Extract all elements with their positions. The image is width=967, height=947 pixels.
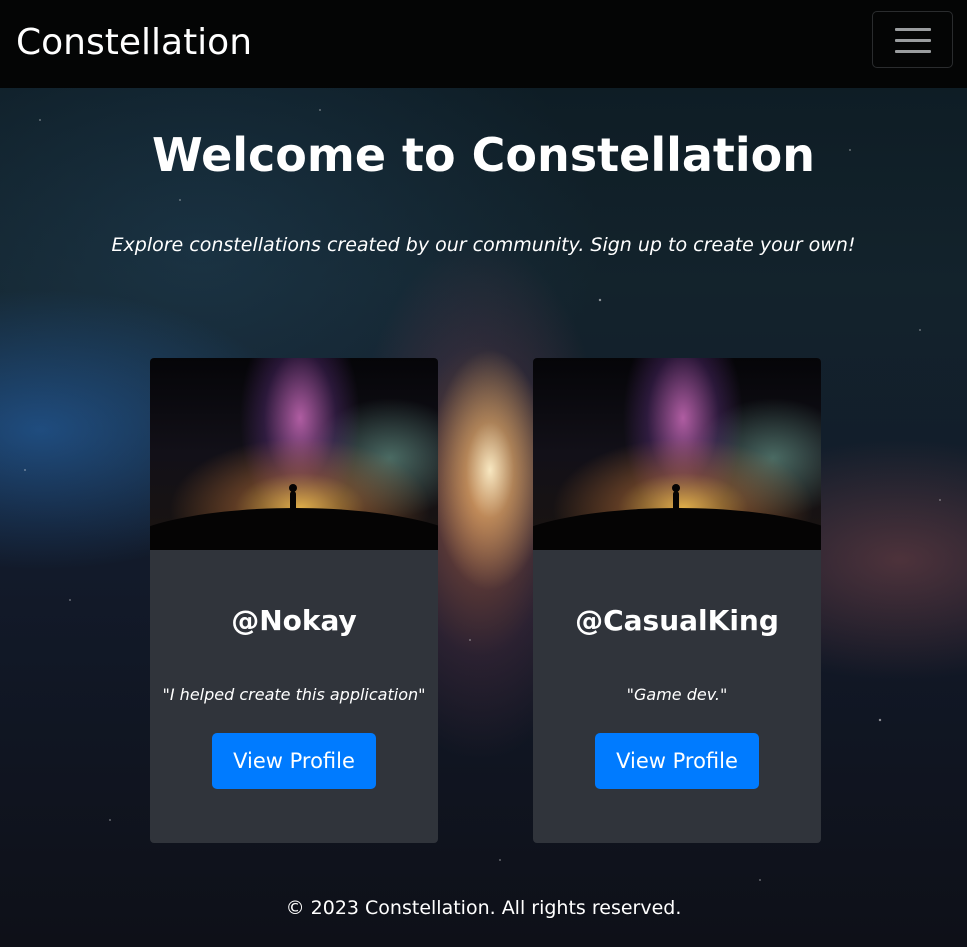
card-bio: "I helped create this application" — [162, 685, 426, 704]
card-image — [533, 358, 821, 550]
card-bio: "Game dev." — [626, 685, 728, 704]
card-username: @Nokay — [231, 604, 357, 637]
page-title: Welcome to Constellation — [151, 128, 816, 182]
hamburger-menu-icon — [895, 28, 931, 31]
user-card: @CasualKing "Game dev." View Profile — [533, 358, 821, 843]
person-silhouette — [672, 484, 680, 521]
user-card: @Nokay "I helped create this application… — [150, 358, 438, 843]
hamburger-menu-icon — [895, 50, 931, 53]
footer-copyright: © 2023 Constellation. All rights reserve… — [285, 897, 682, 919]
card-username: @CasualKing — [575, 604, 779, 637]
navbar-toggler-button[interactable] — [872, 11, 953, 68]
card-image — [150, 358, 438, 550]
hamburger-menu-icon — [895, 39, 931, 42]
view-profile-button[interactable]: View Profile — [212, 733, 376, 789]
page-root: Constellation Welcome to Constellation E… — [0, 0, 967, 947]
brand-link[interactable]: Constellation — [16, 20, 252, 66]
navbar: Constellation — [0, 0, 967, 88]
page-subtitle: Explore constellations created by our co… — [111, 234, 856, 256]
person-silhouette — [289, 484, 297, 521]
view-profile-button[interactable]: View Profile — [595, 733, 759, 789]
